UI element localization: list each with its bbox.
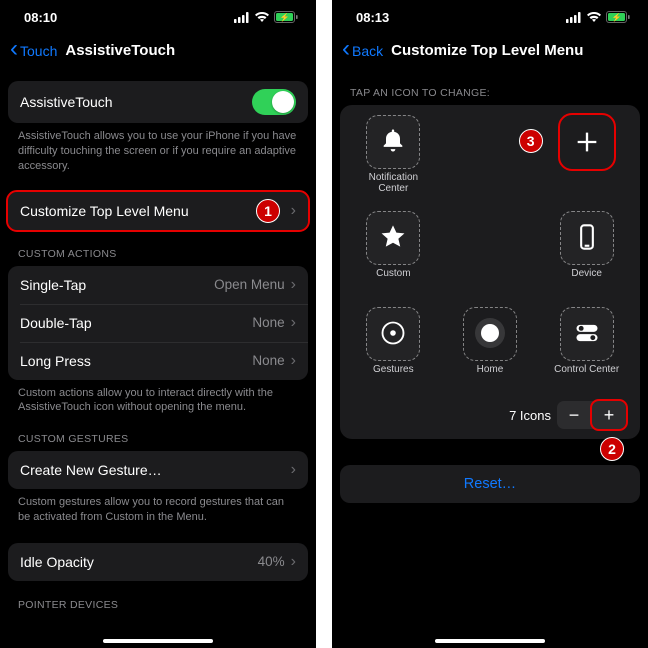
slot-add[interactable]: 3 [547, 115, 627, 169]
status-bar: 08:13 ⚡ [332, 0, 648, 34]
long-press-label: Long Press [20, 353, 252, 369]
back-button[interactable]: Back [342, 43, 383, 59]
page-title: AssistiveTouch [61, 42, 306, 59]
customize-menu-row[interactable]: Customize Top Level Menu 1 [8, 192, 308, 230]
slot-label: Device [571, 268, 602, 279]
slot-notification-center[interactable]: Notification Center [353, 115, 433, 194]
idle-opacity-row[interactable]: Idle Opacity 40% [8, 543, 308, 581]
pointer-devices-header: POINTER DEVICES [8, 599, 308, 617]
status-bar: 08:10 ⚡ [0, 0, 316, 34]
icon-count-label: 7 Icons [509, 408, 551, 423]
svg-text:⚡: ⚡ [280, 12, 290, 22]
create-gesture-label: Create New Gesture… [20, 462, 291, 478]
signal-icon [566, 12, 582, 23]
chevron-right-icon [291, 461, 296, 479]
slot-label: Notification Center [353, 172, 433, 194]
plus-icon [573, 128, 601, 156]
chevron-right-icon [291, 553, 296, 571]
single-tap-row[interactable]: Single-Tap Open Menu [8, 266, 308, 304]
wifi-icon [586, 11, 602, 23]
battery-icon: ⚡ [606, 11, 630, 23]
reset-label: Reset… [464, 476, 516, 492]
stepper-plus-button[interactable]: + [592, 401, 626, 429]
screenshot-left: 08:10 ⚡ Touch AssistiveTouch AssistiveTo… [0, 0, 316, 648]
slot-gestures[interactable]: Gestures [353, 307, 433, 375]
home-indicator[interactable] [103, 639, 213, 643]
stepper-minus-button[interactable]: − [557, 401, 591, 429]
icon-grid-container: Notification Center 3 Custom [340, 105, 640, 439]
custom-actions-footer: Custom actions allow you to interact dir… [8, 380, 308, 416]
star-icon [379, 223, 407, 254]
idle-opacity-label: Idle Opacity [20, 554, 258, 570]
assistivetouch-footer: AssistiveTouch allows you to use your iP… [8, 123, 308, 174]
phone-icon [573, 223, 601, 254]
nav-bar: Touch AssistiveTouch [0, 34, 316, 69]
double-tap-label: Double-Tap [20, 315, 252, 331]
custom-actions-header: CUSTOM ACTIONS [8, 248, 308, 266]
wifi-icon [254, 11, 270, 23]
slot-home[interactable]: Home [450, 307, 530, 375]
callout-1: 1 [256, 199, 280, 223]
icon-stepper: − + 2 [557, 401, 626, 429]
create-gesture-row[interactable]: Create New Gesture… [8, 451, 308, 489]
slot-label: Gestures [373, 364, 414, 375]
icon-count-row: 7 Icons − + 2 [348, 397, 632, 431]
back-label: Back [352, 43, 383, 59]
slot-custom[interactable]: Custom [353, 211, 433, 279]
tap-icon-header: TAP AN ICON TO CHANGE: [340, 87, 640, 105]
status-time: 08:10 [24, 10, 57, 25]
single-tap-value: Open Menu [214, 277, 285, 292]
home-indicator[interactable] [435, 639, 545, 643]
signal-icon [234, 12, 250, 23]
toggle-switch[interactable] [252, 89, 296, 115]
chevron-right-icon [291, 352, 296, 370]
chevron-right-icon [291, 276, 296, 294]
home-button-icon [473, 316, 507, 353]
nav-bar: Back Customize Top Level Menu [332, 34, 648, 69]
svg-text:⚡: ⚡ [612, 12, 622, 22]
battery-icon: ⚡ [274, 11, 298, 23]
page-title: Customize Top Level Menu [387, 42, 638, 59]
back-label: Touch [20, 43, 57, 59]
assistivetouch-label: AssistiveTouch [20, 94, 252, 110]
slot-label: Control Center [554, 364, 619, 375]
status-icons: ⚡ [234, 11, 298, 23]
toggles-icon [573, 319, 601, 350]
status-icons: ⚡ [566, 11, 630, 23]
slot-label: Home [477, 364, 504, 375]
chevron-right-icon [291, 202, 296, 220]
assistivetouch-toggle-row[interactable]: AssistiveTouch [8, 81, 308, 123]
long-press-row[interactable]: Long Press None [8, 342, 308, 380]
back-button[interactable]: Touch [10, 43, 57, 59]
idle-opacity-value: 40% [258, 554, 285, 569]
status-time: 08:13 [356, 10, 389, 25]
customize-menu-label: Customize Top Level Menu [20, 203, 291, 219]
single-tap-label: Single-Tap [20, 277, 214, 293]
slot-label: Custom [376, 268, 410, 279]
screenshot-right: 08:13 ⚡ Back Customize Top Level Menu TA… [332, 0, 648, 648]
double-tap-value: None [252, 315, 284, 330]
custom-gestures-header: CUSTOM GESTURES [8, 433, 308, 451]
chevron-right-icon [291, 314, 296, 332]
double-tap-row[interactable]: Double-Tap None [8, 304, 308, 342]
slot-device[interactable]: Device [547, 211, 627, 279]
slot-control-center[interactable]: Control Center [547, 307, 627, 375]
bell-icon [379, 127, 407, 158]
callout-3: 3 [519, 129, 543, 153]
target-icon [379, 319, 407, 350]
gestures-footer: Custom gestures allow you to record gest… [8, 489, 308, 525]
reset-button[interactable]: Reset… [340, 465, 640, 503]
callout-2: 2 [600, 437, 624, 461]
long-press-value: None [252, 353, 284, 368]
